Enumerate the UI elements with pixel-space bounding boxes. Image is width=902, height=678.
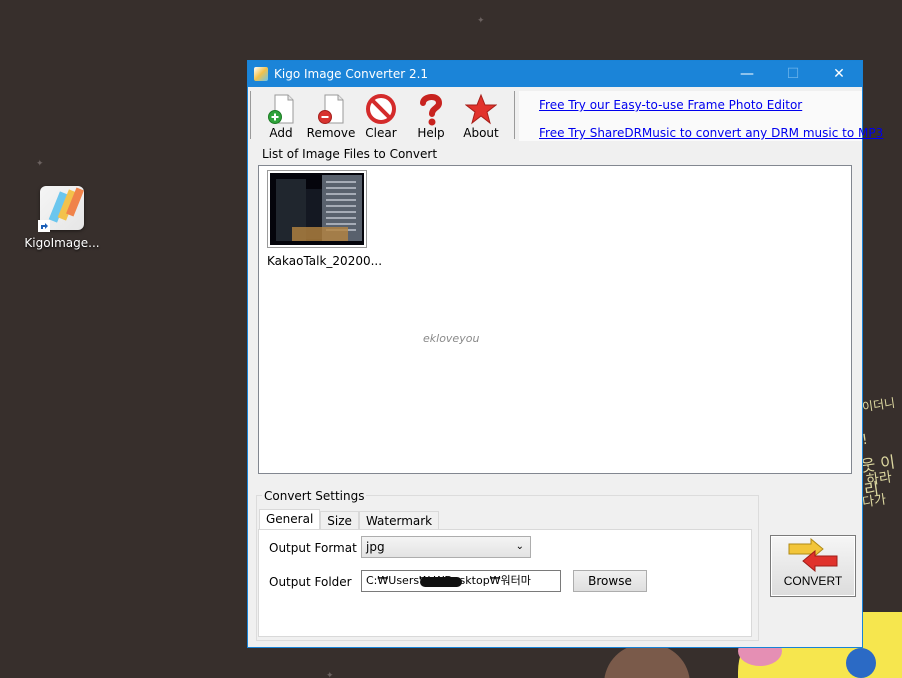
promo-panel: Free Try our Easy-to-use Frame Photo Edi…	[519, 91, 883, 141]
convert-label: CONVERT	[783, 574, 843, 588]
wallpaper-character	[846, 648, 876, 678]
clear-button[interactable]: Clear	[356, 90, 406, 140]
help-label: Help	[417, 126, 445, 140]
wallpaper-text: 다가	[861, 492, 888, 511]
wallpaper-text: 이더니	[861, 395, 897, 415]
chevron-down-icon: ⌄	[515, 541, 524, 552]
shortcut-label: KigoImage...	[24, 236, 100, 250]
redaction-scribble	[420, 577, 462, 587]
question-mark-icon	[414, 92, 448, 126]
output-format-label: Output Format	[269, 541, 357, 555]
output-folder-field[interactable]: C:₩Users₩ ₩Desktop₩워터마	[361, 570, 561, 592]
star-icon	[464, 92, 498, 126]
output-folder-label: Output Folder	[269, 575, 352, 589]
add-button[interactable]: Add	[256, 90, 306, 140]
toolbar: Add Remove Clear Help About	[256, 90, 506, 140]
wallpaper-star: ✦	[326, 671, 334, 678]
image-thumbnail	[267, 170, 367, 248]
file-list-legend: List of Image Files to Convert	[262, 147, 438, 161]
tab-size[interactable]: Size	[320, 511, 359, 531]
clear-label: Clear	[365, 126, 397, 140]
settings-tabs: General Size Watermark	[259, 509, 440, 531]
shortcut-arrow-icon	[38, 220, 50, 232]
about-button[interactable]: About	[456, 90, 506, 140]
browse-button[interactable]: Browse	[573, 570, 647, 592]
remove-file-icon	[314, 92, 348, 126]
add-file-icon	[264, 92, 298, 126]
list-item[interactable]: KakaoTalk_20200...	[267, 170, 383, 268]
watermark-overlay-text: ekloveyou	[423, 332, 480, 345]
add-label: Add	[269, 126, 293, 140]
app-icon	[254, 67, 268, 81]
wallpaper-star: ✦	[477, 16, 485, 26]
tab-watermark[interactable]: Watermark	[358, 511, 440, 531]
help-button[interactable]: Help	[406, 90, 456, 140]
close-button[interactable]: ✕	[816, 61, 862, 87]
desktop-shortcut-kigo[interactable]: KigoImage...	[24, 186, 100, 250]
convert-arrows-icon	[771, 536, 855, 572]
general-tab-panel: Output Format jpg ⌄ Output Folder C:₩Use…	[258, 529, 752, 637]
minimize-button[interactable]: —	[724, 61, 770, 87]
wallpaper-character	[604, 644, 690, 678]
output-format-select[interactable]: jpg ⌄	[361, 536, 531, 558]
output-format-value: jpg	[366, 540, 385, 554]
maximize-button[interactable]: ☐	[770, 61, 816, 87]
file-list[interactable]: KakaoTalk_20200... ekloveyou	[258, 165, 852, 474]
promo-link-frame-editor[interactable]: Free Try our Easy-to-use Frame Photo Edi…	[539, 98, 802, 112]
remove-button[interactable]: Remove	[306, 90, 356, 140]
app-window: Kigo Image Converter 2.1 — ☐ ✕ Add Remov…	[247, 60, 883, 648]
title-bar[interactable]: Kigo Image Converter 2.1 — ☐ ✕	[248, 61, 862, 87]
window-title: Kigo Image Converter 2.1	[274, 67, 429, 81]
toolbar-divider	[250, 91, 251, 139]
wallpaper-star: ✦	[36, 159, 44, 169]
file-name: KakaoTalk_20200...	[267, 254, 383, 268]
tab-general[interactable]: General	[259, 509, 321, 531]
promo-link-sharedrmusic[interactable]: Free Try ShareDRMusic to convert any DRM…	[539, 126, 883, 140]
convert-settings-legend: Convert Settings	[262, 489, 367, 503]
remove-label: Remove	[306, 126, 356, 140]
wallpaper-text: 하라	[865, 469, 893, 489]
convert-button[interactable]: CONVERT	[770, 535, 856, 597]
about-label: About	[463, 126, 499, 140]
toolbar-divider	[514, 91, 515, 139]
no-entry-icon	[364, 92, 398, 126]
